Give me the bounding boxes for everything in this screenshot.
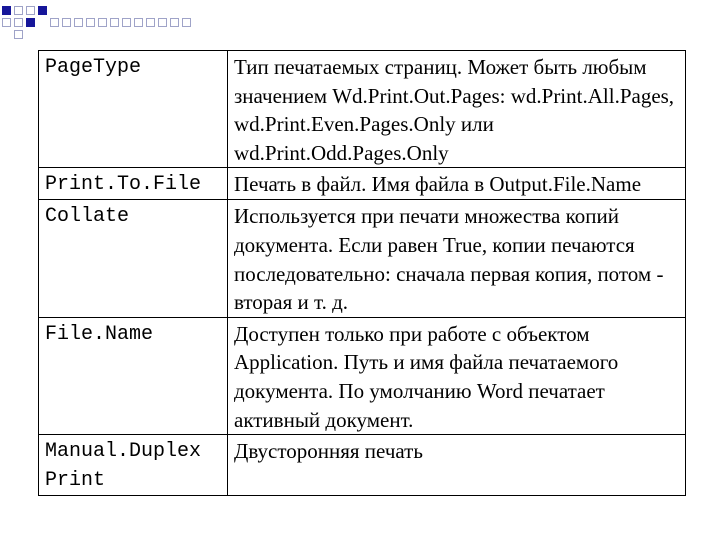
decor-square bbox=[86, 18, 95, 27]
table-row: Manual.Duplex Print Двусторонняя печать bbox=[38, 434, 686, 497]
decor-square bbox=[26, 6, 35, 15]
parameter-name: Collate bbox=[38, 199, 228, 318]
decor-square bbox=[38, 6, 47, 15]
parameter-description: Двусторонняя печать bbox=[227, 434, 686, 497]
decor-square bbox=[14, 18, 23, 27]
decor-square bbox=[26, 18, 35, 27]
decor-square bbox=[122, 18, 131, 27]
decor-square bbox=[14, 30, 23, 39]
parameter-name: File.Name bbox=[38, 316, 228, 436]
table-row: PageType Тип печатаемых страниц. Может б… bbox=[38, 49, 686, 169]
table-row: File.Name Доступен только при работе с о… bbox=[38, 316, 686, 436]
parameter-name: PageType bbox=[38, 49, 228, 169]
slide-corner-decoration bbox=[0, 0, 200, 40]
decor-square bbox=[50, 18, 59, 27]
parameter-description: Используется при печати множества копий … bbox=[227, 199, 686, 318]
table-row: Collate Используется при печати множеств… bbox=[38, 199, 686, 318]
print-parameters-table: PageType Тип печатаемых страниц. Может б… bbox=[38, 49, 686, 497]
parameter-description: Тип печатаемых страниц. Может быть любым… bbox=[227, 49, 686, 169]
decor-square bbox=[158, 18, 167, 27]
parameter-name: Print.To.File bbox=[38, 167, 228, 201]
parameter-description: Печать в файл. Имя файла в Output.File.N… bbox=[227, 167, 686, 201]
decor-square bbox=[170, 18, 179, 27]
decor-square bbox=[98, 18, 107, 27]
decor-square bbox=[62, 18, 71, 27]
table-row: Print.To.File Печать в файл. Имя файла в… bbox=[38, 167, 686, 201]
parameter-description: Доступен только при работе с объектом Ap… bbox=[227, 316, 686, 436]
parameter-name: Manual.Duplex Print bbox=[38, 434, 228, 497]
decor-square bbox=[2, 6, 11, 15]
decor-square bbox=[2, 18, 11, 27]
decor-square bbox=[146, 18, 155, 27]
decor-square bbox=[74, 18, 83, 27]
decor-square bbox=[110, 18, 119, 27]
decor-square bbox=[134, 18, 143, 27]
decor-square bbox=[182, 18, 191, 27]
decor-square bbox=[14, 6, 23, 15]
